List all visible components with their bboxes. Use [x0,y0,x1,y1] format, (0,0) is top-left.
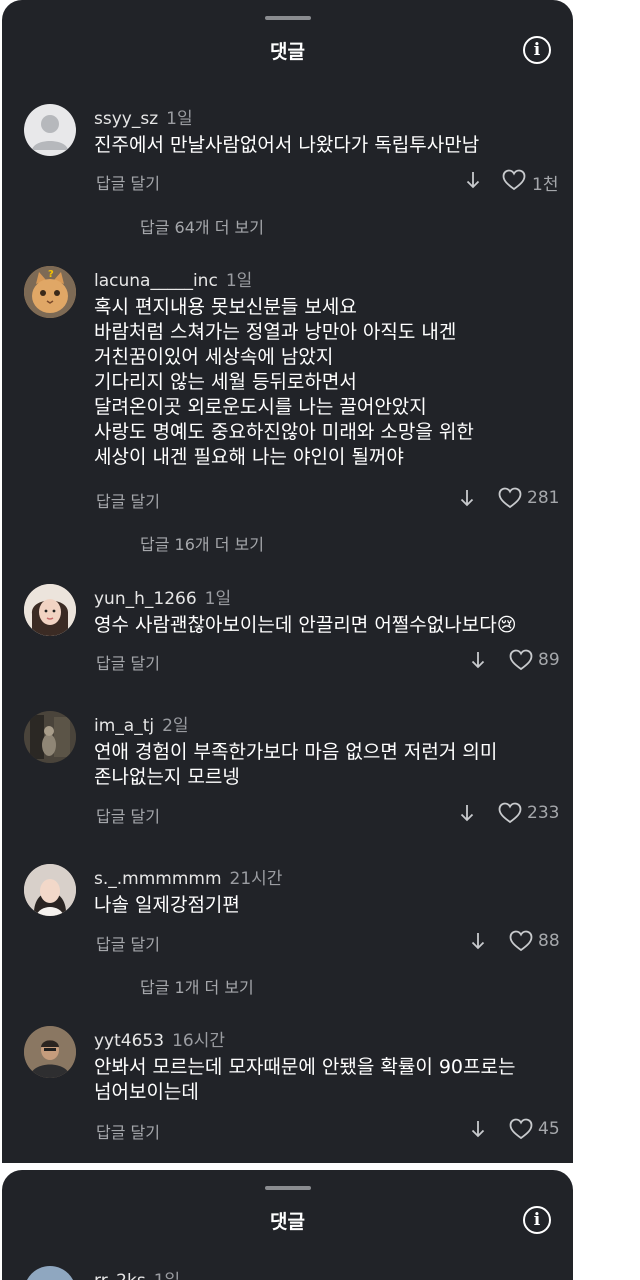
comment-text: 혹시 편지내용 못보신분들 보세요 바람처럼 스쳐가는 정열과 낭만아 아직도 … [94,295,564,470]
comment-meta: yun_h_1266 1일 [94,584,231,609]
comment-line: 기다리지 않는 세월 등뒤로하면서 [94,371,357,393]
view-more-replies[interactable]: 답글 64개 더 보기 [140,214,264,238]
avatar[interactable] [24,864,76,916]
comment-line: 진주에서 만날사람없어서 나왔다가 독립투사만남 [94,134,480,156]
person-avatar-icon [24,864,76,916]
comment-line: 거친꿈이있어 세상속에 남았지 [94,346,334,368]
avatar[interactable] [24,1266,76,1280]
username[interactable]: rr_2ks [94,1271,146,1280]
reply-button[interactable]: 답글 달기 [96,170,160,194]
view-more-replies[interactable]: 답글 16개 더 보기 [140,531,264,555]
arrow-down-icon[interactable] [469,1117,487,1141]
username[interactable]: yyt4653 [94,1031,164,1051]
comment-line: 존나없는지 모르넹 [94,766,240,788]
comment-actions: 답글 달기 45 [2,1117,573,1143]
drag-handle[interactable] [265,16,311,20]
timestamp: 1일 [166,109,193,129]
like-count: 88 [538,931,560,951]
crying-emoji: 😢 [496,614,517,636]
comment-text: 영수 사람괜찮아보이는데 안끌리면 어쩔수없나보다😢 [94,613,564,638]
like-count: 45 [538,1119,560,1139]
heart-icon[interactable] [509,930,533,952]
comment-actions: 답글 달기 281 [2,486,573,512]
timestamp: 21시간 [229,869,283,889]
drag-handle[interactable] [265,1186,311,1190]
timestamp: 1일 [225,271,253,291]
comment-meta: lacuna_____inc 1일 [94,266,252,291]
person-avatar-icon [24,1026,76,1078]
comment-line: 넘어보이는데 [94,1081,199,1103]
like-count: 89 [538,650,560,670]
default-avatar-icon [32,115,68,150]
info-icon[interactable]: i [523,1206,551,1234]
sheet-title: 댓글 [270,1211,305,1233]
heart-icon[interactable] [502,169,526,191]
photo-avatar-icon [24,711,76,763]
reply-button[interactable]: 답글 달기 [96,1119,160,1143]
comment-line: 달려온이곳 외로운도시를 나는 끌어안았지 [94,396,427,418]
cat-avatar-icon: ? [24,266,76,318]
comment-actions: 답글 달기 1천 [2,168,573,195]
comment-text: 연애 경험이 부족한가보다 마음 없으면 저런거 의미 존나없는지 모르넹 [94,740,564,790]
reply-button[interactable]: 답글 달기 [96,803,160,827]
like-count: 1천 [532,175,559,195]
comment-text: 진주에서 만날사람없어서 나왔다가 독립투사만남 [94,133,564,158]
username[interactable]: s._.mmmmmm [94,869,222,889]
avatar[interactable]: ? [24,266,76,318]
avatar[interactable] [24,584,76,636]
like-count: 281 [527,488,560,508]
arrow-down-icon[interactable] [458,486,476,510]
avatar[interactable] [24,1026,76,1078]
comment-line: 세상이 내겐 필요해 나는 야인이 될꺼야 [94,446,404,468]
like-count: 233 [527,803,560,823]
view-more-replies[interactable]: 답글 1개 더 보기 [140,974,254,998]
timestamp: 16시간 [172,1031,225,1051]
timestamp: 1일 [154,1271,180,1280]
avatar[interactable] [24,104,76,156]
comments-sheet-2: 댓글 i rr_2ks 1일 [2,1170,573,1280]
username[interactable]: yun_h_1266 [94,589,197,609]
arrow-down-icon[interactable] [464,168,482,192]
comment-line: 바람처럼 스쳐가는 정열과 낭만아 아직도 내겐 [94,321,457,343]
arrow-down-icon[interactable] [469,648,487,672]
comment-line: 영수 사람괜찮아보이는데 안끌리면 어쩔수없나보다😢 [94,614,517,636]
username[interactable]: im_a_tj [94,716,154,736]
comment-actions: 답글 달기 89 [2,648,573,674]
person-avatar-icon [24,584,76,636]
reply-button[interactable]: 답글 달기 [96,488,160,512]
sheet-title: 댓글 [270,41,305,63]
comment-meta: im_a_tj 2일 [94,711,189,736]
timestamp: 1일 [204,589,232,609]
comment-line: 혹시 편지내용 못보신분들 보세요 [94,296,357,318]
reply-button[interactable]: 답글 달기 [96,931,160,955]
comment-text: 안봐서 모르는데 모자때문에 안됐을 확률이 90프로는 넘어보이는데 [94,1055,564,1105]
heart-icon[interactable] [509,1118,533,1140]
comment-actions: 답글 달기 88 [2,929,573,955]
heart-icon[interactable] [498,802,522,824]
timestamp: 2일 [162,716,189,736]
comment-meta: ssyy_sz 1일 [94,104,193,129]
reply-button[interactable]: 답글 달기 [96,650,160,674]
info-icon[interactable]: i [523,36,551,64]
comment-meta: s._.mmmmmm 21시간 [94,864,282,889]
arrow-down-icon[interactable] [469,929,487,953]
comment-meta: yyt4653 16시간 [94,1026,225,1051]
arrow-down-icon[interactable] [458,801,476,825]
username[interactable]: ssyy_sz [94,109,158,129]
comment-line: 사랑도 명예도 중요하진않아 미래와 소망을 위한 [94,421,474,443]
avatar[interactable] [24,711,76,763]
comment-actions: 답글 달기 233 [2,801,573,827]
comment-text: 나솔 일제강점기편 [94,893,564,918]
comment-line: 안봐서 모르는데 모자때문에 안됐을 확률이 90프로는 [94,1056,516,1078]
svg-text:?: ? [48,269,54,280]
comment-meta: rr_2ks 1일 [94,1266,180,1280]
comment-line: 나솔 일제강점기편 [94,894,240,916]
heart-icon[interactable] [498,487,522,509]
heart-icon[interactable] [509,649,533,671]
comment-line: 연애 경험이 부족한가보다 마음 없으면 저런거 의미 [94,741,498,763]
comments-sheet: 댓글 i ssyy_sz 1일 진주에서 만날사람없어서 나왔다가 독립투사만남 … [2,0,573,1163]
username[interactable]: lacuna_____inc [94,271,218,291]
